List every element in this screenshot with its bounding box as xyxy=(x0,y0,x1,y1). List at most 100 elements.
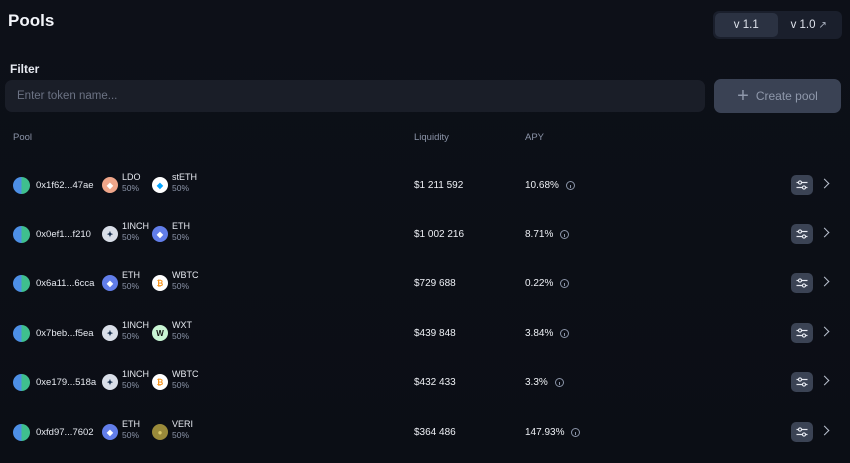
token-symbol: WXT xyxy=(172,320,192,330)
token-weight: 50% xyxy=(122,232,140,242)
apy-value: 8.71% xyxy=(525,229,554,240)
liquidity-value: $1 002 216 xyxy=(414,229,465,240)
pool-address: 0x7beb...f5ea xyxy=(36,328,94,339)
table-row[interactable]: 0xe179...518a ✦ 1INCH 50% ₿ WBTC 50% $432 433 3.… xyxy=(0,367,850,397)
steth-icon: ◆ xyxy=(152,177,168,193)
chevron-right-icon[interactable] xyxy=(819,276,830,287)
create-pool-label: Create pool xyxy=(755,89,818,103)
apy-value: 10.68% xyxy=(525,180,559,191)
token-weight: 50% xyxy=(172,331,190,341)
sliders-icon xyxy=(796,328,808,338)
column-header-liquidity: Liquidity xyxy=(414,132,449,143)
info-icon[interactable] xyxy=(571,428,581,437)
apy-value: 147.93% xyxy=(525,427,565,438)
chevron-right-icon[interactable] xyxy=(819,375,830,386)
info-icon[interactable] xyxy=(554,378,564,387)
create-pool-button[interactable]: + Create pool xyxy=(714,79,841,113)
pool-settings-button[interactable] xyxy=(791,273,813,293)
1inch-icon: ✦ xyxy=(102,226,118,242)
pool-icon xyxy=(13,374,30,391)
token-symbol: WBTC xyxy=(172,270,199,280)
liquidity-value: $729 688 xyxy=(414,278,456,289)
eth-icon: ◆ xyxy=(102,424,118,440)
1inch-icon: ✦ xyxy=(102,374,118,390)
info-icon[interactable] xyxy=(560,230,570,239)
token-symbol: WBTC xyxy=(172,369,199,379)
sliders-icon xyxy=(796,427,808,437)
version-label: v 1.0 xyxy=(790,19,816,31)
token-symbol: LDO xyxy=(122,172,141,182)
apy-cell: 8.71% xyxy=(525,229,570,240)
info-icon[interactable] xyxy=(560,279,570,288)
chevron-right-icon[interactable] xyxy=(819,326,830,337)
table-row[interactable]: 0x6a11...6cca ◆ ETH 50% ₿ WBTC 50% $729 688 0.22… xyxy=(0,268,850,298)
token-symbol: 1INCH xyxy=(122,320,150,330)
apy-cell: 147.93% xyxy=(525,427,581,438)
page-title: Pools xyxy=(8,11,55,30)
pool-settings-button[interactable] xyxy=(791,323,813,343)
pool-settings-button[interactable] xyxy=(791,372,813,392)
table-row[interactable]: 0x7beb...f5ea ✦ 1INCH 50% W WXT 50% $439 848 3.8… xyxy=(0,318,850,348)
token-weight: 50% xyxy=(122,281,140,291)
apy-cell: 3.84% xyxy=(525,328,570,339)
pool-settings-button[interactable] xyxy=(791,422,813,442)
token-weight: 50% xyxy=(172,380,190,390)
liquidity-value: $1 211 592 xyxy=(414,180,464,191)
token-search-input[interactable] xyxy=(5,80,705,112)
token-weight: 50% xyxy=(172,430,190,440)
token-symbol: 1INCH xyxy=(122,369,150,379)
pool-address: 0xe179...518a xyxy=(36,377,97,388)
liquidity-value: $439 848 xyxy=(414,328,456,339)
token-symbol: ETH xyxy=(122,270,140,280)
column-header-pool: Pool xyxy=(13,132,33,143)
apy-value: 3.84% xyxy=(525,328,554,339)
version-v1-0-button[interactable]: v 1.0 ↗ xyxy=(778,13,841,37)
table-row[interactable]: 0xfd97...7602 ◆ ETH 50% ● VERI 50% $364 486 147.… xyxy=(0,417,850,447)
sliders-icon xyxy=(796,180,808,190)
pool-icon xyxy=(13,177,30,194)
apy-cell: 0.22% xyxy=(525,278,570,289)
table-row[interactable]: 0x1f62...47ae ◆ LDO 50% ◆ stETH 50% $1 211 592 1… xyxy=(0,170,850,200)
token-weight: 50% xyxy=(172,183,190,193)
chevron-right-icon[interactable] xyxy=(819,227,830,238)
token-symbol: VERI xyxy=(172,419,194,429)
liquidity-value: $364 486 xyxy=(414,427,456,438)
wbtc-icon: ₿ xyxy=(152,275,168,291)
version-label: v 1.1 xyxy=(733,19,759,31)
token-symbol: ETH xyxy=(122,419,140,429)
pool-settings-button[interactable] xyxy=(791,224,813,244)
info-icon[interactable] xyxy=(565,181,575,190)
wxt-icon: W xyxy=(152,325,168,341)
info-icon[interactable] xyxy=(560,329,570,338)
pool-address: 0x1f62...47ae xyxy=(36,180,94,191)
sliders-icon xyxy=(796,377,808,387)
pool-icon xyxy=(13,226,30,243)
sliders-icon xyxy=(796,229,808,239)
1inch-icon: ✦ xyxy=(102,325,118,341)
pool-address: 0x0ef1...f210 xyxy=(36,229,91,240)
token-weight: 50% xyxy=(122,183,140,193)
apy-value: 3.3% xyxy=(525,377,548,388)
token-weight: 50% xyxy=(172,281,190,291)
token-symbol: 1INCH xyxy=(122,221,150,231)
eth-icon: ◆ xyxy=(152,226,168,242)
apy-cell: 3.3% xyxy=(525,377,564,388)
pool-icon xyxy=(13,424,30,441)
apy-cell: 10.68% xyxy=(525,180,575,191)
token-weight: 50% xyxy=(122,331,140,341)
token-weight: 50% xyxy=(172,232,190,242)
table-row[interactable]: 0x0ef1...f210 ✦ 1INCH 50% ◆ ETH 50% $1 002 216 8… xyxy=(0,219,850,249)
version-v1-1-button[interactable]: v 1.1 xyxy=(715,13,778,37)
token-weight: 50% xyxy=(122,430,140,440)
liquidity-value: $432 433 xyxy=(414,377,456,388)
filter-label: Filter xyxy=(10,62,40,76)
column-header-apy: APY xyxy=(525,132,545,143)
veri-icon: ● xyxy=(152,424,168,440)
chevron-right-icon[interactable] xyxy=(819,425,830,436)
chevron-right-icon[interactable] xyxy=(819,178,830,189)
pool-address: 0xfd97...7602 xyxy=(36,427,94,438)
ldo-icon: ◆ xyxy=(102,177,118,193)
token-symbol: stETH xyxy=(172,172,198,182)
pool-settings-button[interactable] xyxy=(791,175,813,195)
token-symbol: ETH xyxy=(172,221,190,231)
